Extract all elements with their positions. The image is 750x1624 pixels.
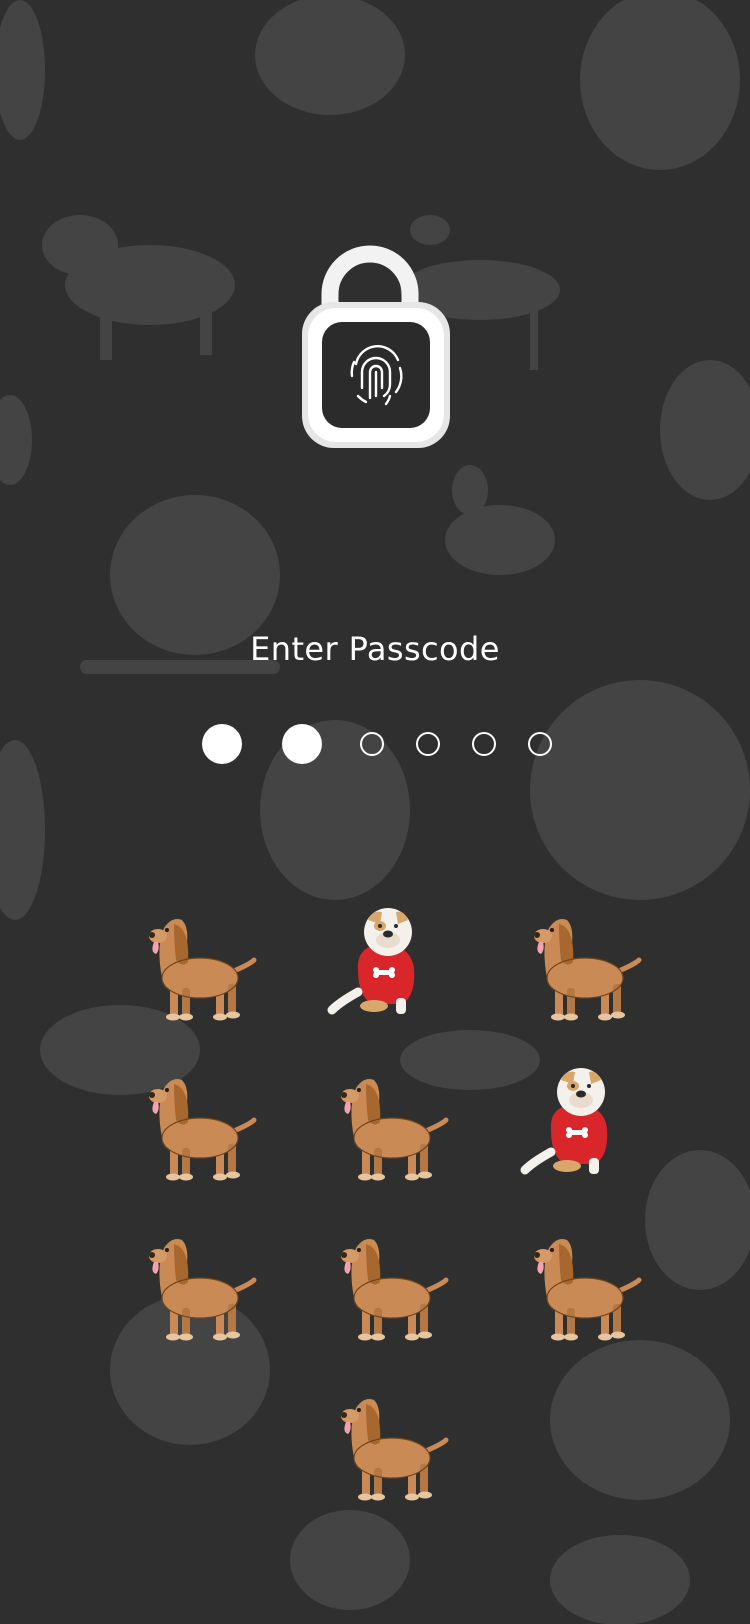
hound-dog-icon bbox=[312, 1386, 452, 1516]
keypad-key-10-hound[interactable] bbox=[312, 1386, 452, 1516]
hound-dog-icon bbox=[505, 906, 645, 1036]
keypad-key-8-hound[interactable] bbox=[312, 1226, 452, 1356]
keypad-key-6-bulldog-red-sweater[interactable] bbox=[505, 1066, 645, 1196]
bulldog-sweater-icon bbox=[312, 906, 452, 1036]
keypad-key-4-hound[interactable] bbox=[120, 1066, 260, 1196]
hound-dog-icon bbox=[505, 1226, 645, 1356]
hound-dog-icon bbox=[312, 1226, 452, 1356]
dog-keypad bbox=[0, 0, 750, 1624]
keypad-key-7-hound[interactable] bbox=[120, 1226, 260, 1356]
keypad-key-2-bulldog-red-sweater[interactable] bbox=[312, 906, 452, 1036]
hound-dog-icon bbox=[120, 1066, 260, 1196]
hound-dog-icon bbox=[120, 906, 260, 1036]
keypad-key-3-hound[interactable] bbox=[505, 906, 645, 1036]
keypad-key-5-hound[interactable] bbox=[312, 1066, 452, 1196]
bulldog-sweater-icon bbox=[505, 1066, 645, 1196]
hound-dog-icon bbox=[312, 1066, 452, 1196]
keypad-key-1-hound[interactable] bbox=[120, 906, 260, 1036]
hound-dog-icon bbox=[120, 1226, 260, 1356]
keypad-key-9-hound[interactable] bbox=[505, 1226, 645, 1356]
